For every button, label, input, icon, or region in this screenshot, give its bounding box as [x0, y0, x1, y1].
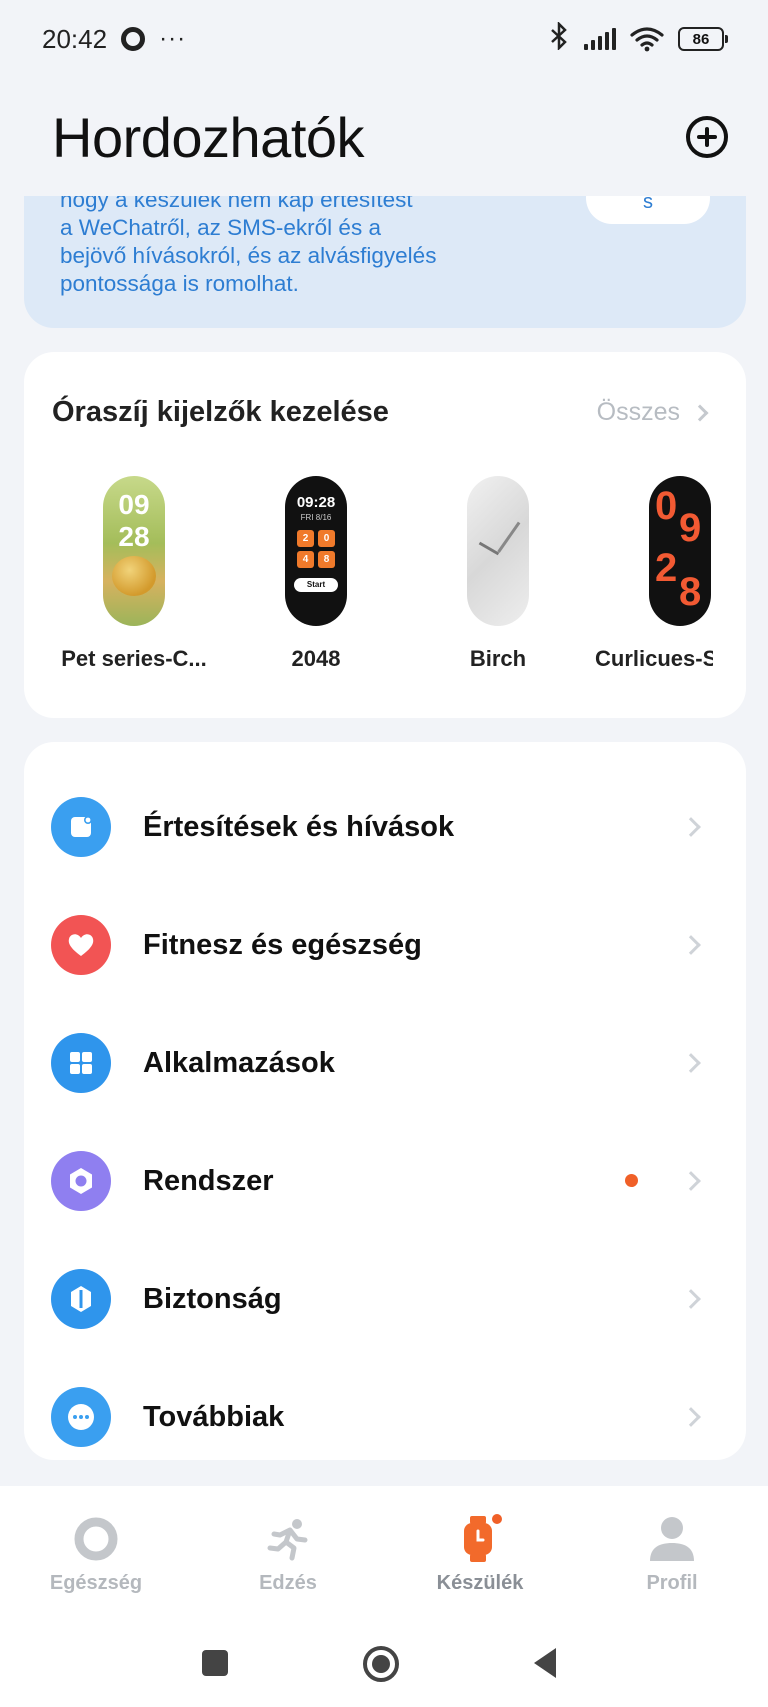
add-device-button[interactable] [686, 116, 728, 158]
tab-label: Készülék [436, 1572, 524, 1594]
face-date: FRI 8/16 [300, 513, 332, 522]
tile-grid: 2 0 4 8 [285, 530, 347, 568]
menu-item-label: Rendszer [143, 1164, 274, 1197]
more-notifications-icon: ··· [159, 25, 187, 52]
face-digit: 8 [679, 570, 702, 614]
back-triangle-icon [534, 1648, 556, 1678]
square-icon [202, 1650, 228, 1676]
watch-icon [405, 1513, 555, 1564]
clock-hand [497, 521, 521, 553]
back-button[interactable] [530, 1646, 560, 1685]
menu-item-system[interactable]: Rendszer [24, 1122, 746, 1240]
heart-icon [51, 915, 111, 975]
menu-item-label: Biztonság [143, 1282, 282, 1315]
home-circle-icon [363, 1646, 399, 1682]
chevron-right-icon [691, 404, 709, 421]
device-settings-card: Értesítések és hívások Fitnesz és egészs… [24, 742, 746, 1460]
watch-faces-card: Óraszíj kijelzők kezelése Összes 09 28 P… [24, 352, 746, 718]
status-time: 20:42 [42, 23, 108, 54]
tab-label: Profil [646, 1572, 698, 1594]
tab-device[interactable]: Készülék [405, 1513, 555, 1595]
running-icon [213, 1514, 363, 1564]
menu-item-label: Értesítések és hívások [143, 810, 455, 843]
tab-health[interactable]: Egészség [21, 1514, 171, 1595]
wifi-icon [630, 27, 664, 52]
recent-apps-button[interactable] [200, 1648, 230, 1683]
banner-text: hogy a készülék nem kap értesítést a WeC… [60, 196, 490, 298]
watch-face-item[interactable]: 0 9 2 8 Curlicues-S [595, 476, 746, 672]
banner-line: hogy a készülék nem kap értesítést [60, 196, 413, 212]
watch-face-label: 2048 [291, 646, 341, 671]
watch-face-item[interactable]: 09 28 Pet series-C... [49, 476, 219, 672]
game-tile: 0 [318, 530, 335, 547]
see-all-label: Összes [596, 398, 680, 426]
face-time: 09:28 [296, 494, 336, 511]
menu-item-label: Fitnesz és egészség [143, 928, 422, 961]
menu-item-more[interactable]: Továbbiak [24, 1358, 746, 1476]
watch-face-preview: 0 9 2 8 [649, 476, 711, 626]
menu-item-label: Alkalmazások [143, 1046, 335, 1079]
notification-icon [51, 797, 111, 857]
tab-label: Egészség [49, 1572, 143, 1594]
home-button[interactable] [361, 1644, 401, 1689]
system-nav-bar [0, 1616, 768, 1707]
battery-indicator: 86 [678, 27, 728, 51]
game-tile: 2 [297, 530, 314, 547]
banner-line: a WeChatről, az SMS-ekről és a [60, 215, 381, 240]
watch-face-label: Pet series-C... [61, 646, 207, 671]
watch-face-label: Curlicues-S [595, 646, 713, 671]
watch-face-item[interactable]: Birch [413, 476, 583, 672]
face-digit: 2 [655, 546, 678, 590]
face-time-minute: 28 [118, 521, 150, 552]
bottom-tab-bar: Egészség Edzés Készülék Profil [0, 1486, 768, 1616]
see-all-link[interactable]: Összes [596, 398, 709, 427]
face-digit: 0 [655, 484, 678, 528]
watch-face-label: Birch [469, 646, 527, 671]
tab-profile[interactable]: Profil [597, 1514, 747, 1595]
warning-banner: hogy a készülék nem kap értesítést a WeC… [24, 196, 746, 328]
watch-faces-title: Óraszíj kijelzők kezelése [52, 396, 389, 428]
clock-hand [478, 541, 500, 556]
face-time-hour: 09 [118, 489, 150, 520]
health-ring-icon [21, 1514, 171, 1564]
menu-item-security[interactable]: Biztonság [24, 1240, 746, 1358]
tab-workout[interactable]: Edzés [213, 1514, 363, 1595]
chevron-right-icon [681, 1053, 701, 1073]
bluetooth-icon [548, 20, 570, 57]
watch-face-preview: 09 28 [103, 476, 165, 626]
update-badge [625, 1174, 638, 1187]
menu-item-notifications[interactable]: Értesítések és hívások [24, 768, 746, 886]
tab-label: Edzés [259, 1572, 317, 1594]
chevron-right-icon [681, 1289, 701, 1309]
chevron-right-icon [681, 817, 701, 837]
more-icon [51, 1387, 111, 1447]
notification-ring-icon [121, 27, 146, 51]
page-title: Hordozhatók [52, 105, 365, 169]
apps-icon [51, 1033, 111, 1093]
system-icon [51, 1151, 111, 1211]
face-start-label: Start [294, 578, 338, 592]
signal-icon [584, 28, 616, 50]
game-tile: 8 [318, 551, 335, 568]
chevron-right-icon [681, 1171, 701, 1191]
chevron-right-icon [681, 935, 701, 955]
chevron-right-icon [681, 1407, 701, 1427]
face-digit: 9 [679, 506, 702, 550]
menu-item-apps[interactable]: Alkalmazások [24, 1004, 746, 1122]
watch-face-item[interactable]: 09:28 FRI 8/16 2 0 4 8 Start 2048 [231, 476, 401, 672]
pet-illustration [112, 556, 156, 596]
banner-line: pontossága is romolhat. [60, 271, 299, 296]
banner-action-button[interactable]: s [586, 196, 710, 224]
game-tile: 4 [297, 551, 314, 568]
watch-face-preview: 09:28 FRI 8/16 2 0 4 8 Start [285, 476, 347, 626]
watch-face-preview [467, 476, 529, 626]
shield-icon [51, 1269, 111, 1329]
menu-item-fitness[interactable]: Fitnesz és egészség [24, 886, 746, 1004]
menu-item-label: Továbbiak [143, 1400, 285, 1433]
status-bar: 20:42 ··· 86 [0, 0, 768, 78]
page-header: Hordozhatók [0, 78, 768, 196]
banner-line: bejövő hívásokról, és az alvásfigyelés [60, 243, 437, 268]
profile-icon [597, 1514, 747, 1564]
